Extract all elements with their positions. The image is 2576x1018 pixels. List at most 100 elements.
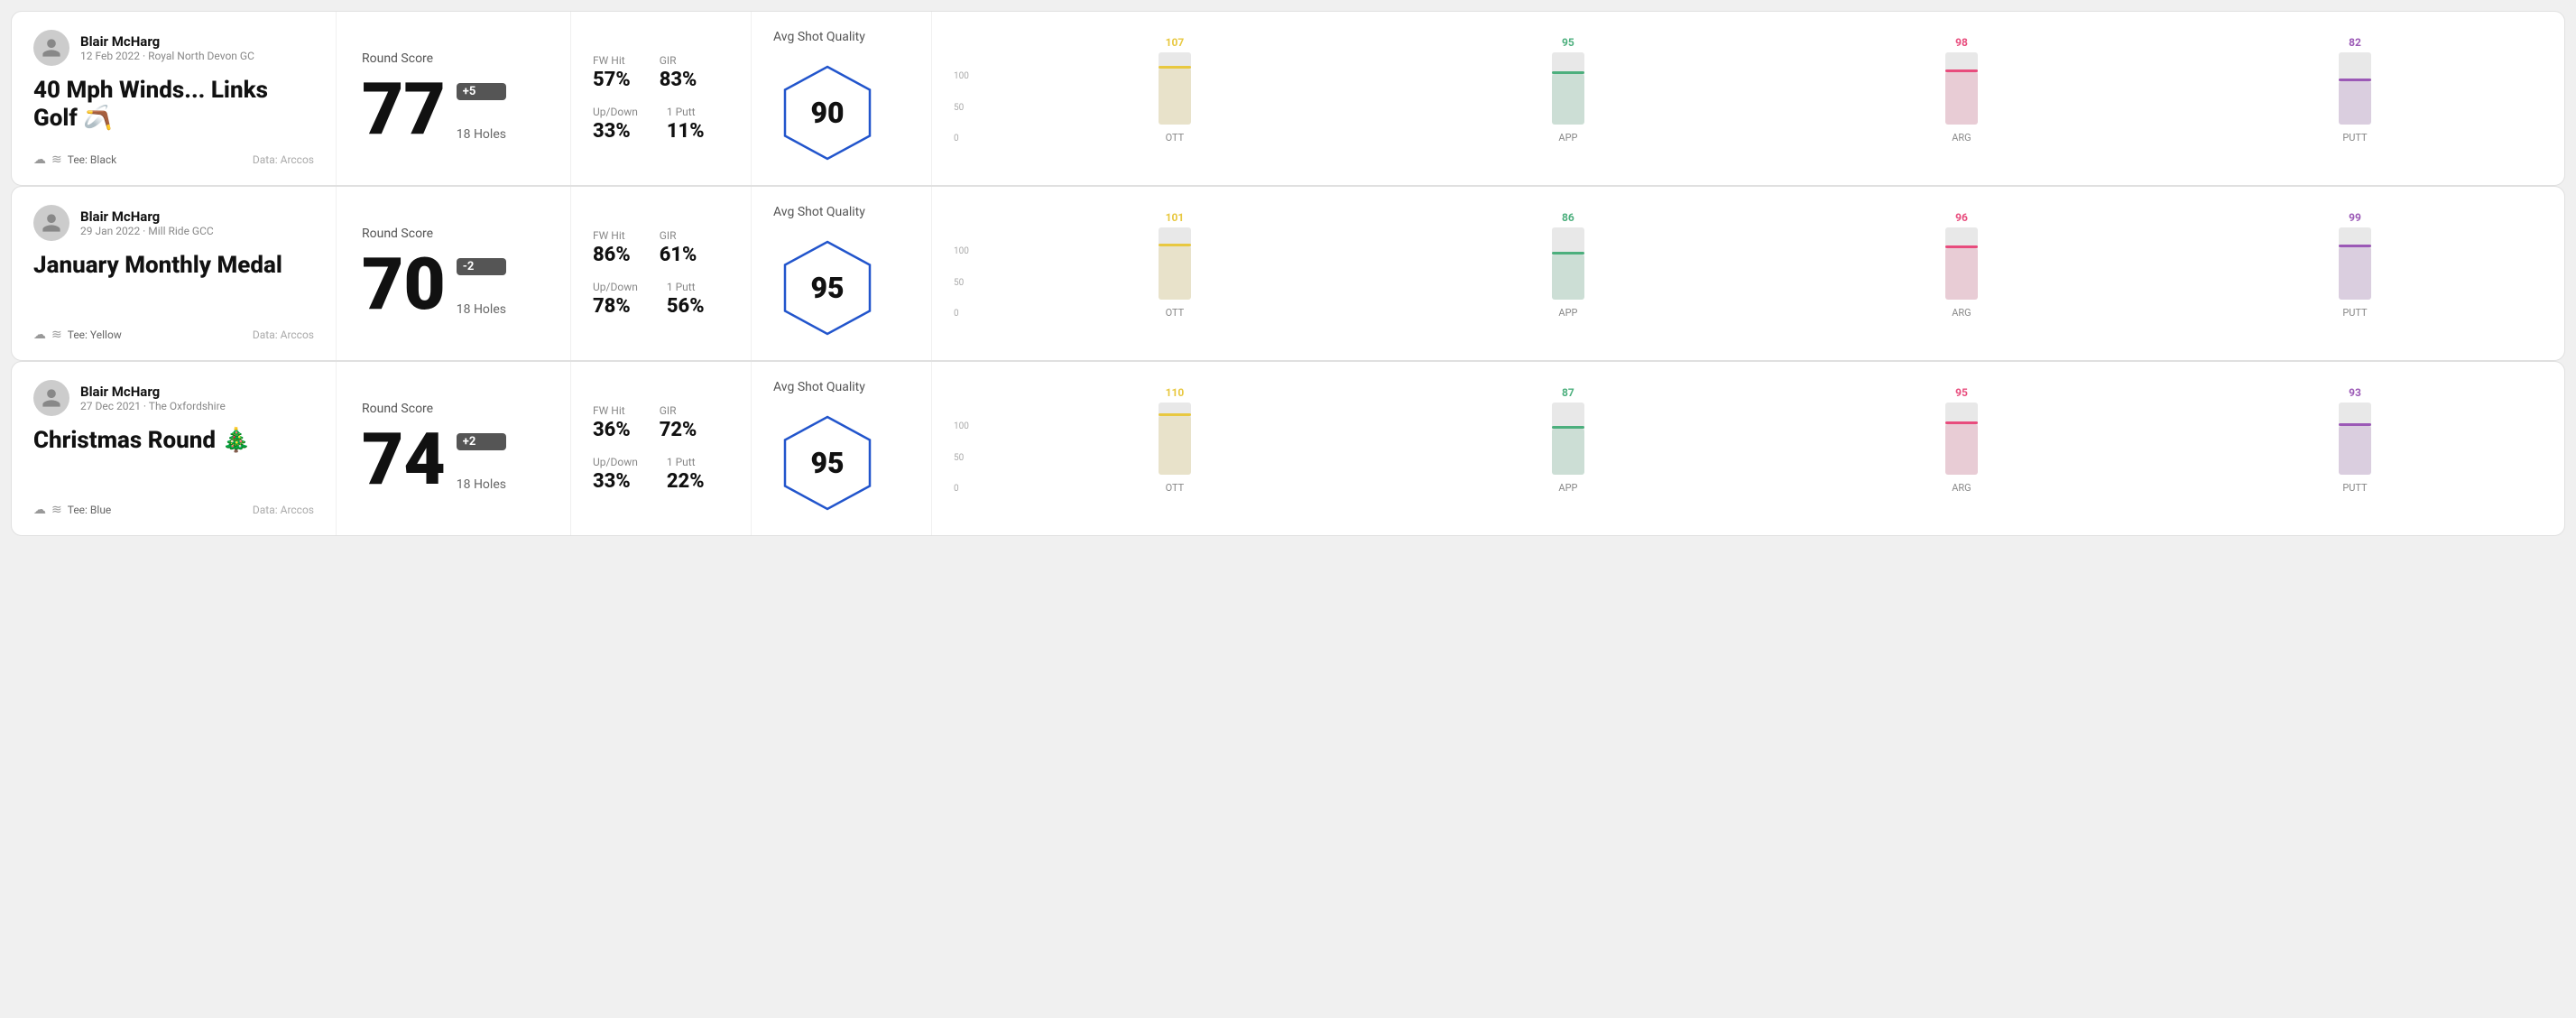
fw-hit-value: 57% <box>593 69 631 91</box>
score-row: 70 -2 18 Holes <box>362 248 545 320</box>
stat-fw-hit: FW Hit 86% <box>593 229 631 266</box>
fw-hit-value: 86% <box>593 244 631 266</box>
cloud-icon: ☁ <box>33 153 46 167</box>
card-chart-1: 100500 107 OTT 95 APP <box>932 12 2564 185</box>
score-holes: 18 Holes <box>457 477 506 492</box>
score-holes: 18 Holes <box>457 302 506 317</box>
fw-hit-value: 36% <box>593 419 631 441</box>
card-score-2: Round Score 70 -2 18 Holes <box>337 187 571 360</box>
bar-wrapper <box>1945 403 1978 475</box>
round-card-3: Blair McHarg 27 Dec 2021 · The Oxfordshi… <box>11 361 2565 536</box>
hexagon-container: 95 <box>773 234 882 342</box>
player-info: Blair McHarg 29 Jan 2022 · Mill Ride GCC <box>80 208 214 237</box>
chart-y-axis: 100 50 0 <box>954 71 969 143</box>
data-source: Data: Arccos <box>253 504 314 516</box>
stat-group-top: FW Hit 86% GIR 61% <box>593 229 729 266</box>
data-source: Data: Arccos <box>253 153 314 166</box>
quality-label: Avg Shot Quality <box>773 30 865 44</box>
player-name: Blair McHarg <box>80 208 214 225</box>
bar-wrapper <box>1159 227 1191 300</box>
oneputt-label: 1 Putt <box>667 106 705 118</box>
person-icon <box>41 387 62 409</box>
tee-info: ☁ ≋ Tee: Blue <box>33 503 111 517</box>
chart-inner: 100500 101 OTT 86 APP <box>954 228 2543 319</box>
chart-bars: 110 OTT 87 APP 95 <box>987 386 2543 494</box>
chart-y-axis: 100 50 0 <box>954 421 969 494</box>
y-label: 0 <box>954 134 969 143</box>
player-meta: 29 Jan 2022 · Mill Ride GCC <box>80 225 214 237</box>
score-label: Round Score <box>362 402 545 416</box>
chart-bar-arg: 96 ARG <box>1774 211 2149 319</box>
score-number: 74 <box>362 423 446 495</box>
quality-score: 90 <box>810 96 844 130</box>
score-label: Round Score <box>362 51 545 66</box>
bar-wrapper <box>2339 227 2371 300</box>
player-meta: 27 Dec 2021 · The Oxfordshire <box>80 400 226 412</box>
round-card-2: Blair McHarg 29 Jan 2022 · Mill Ride GCC… <box>11 186 2565 361</box>
card-left-3: Blair McHarg 27 Dec 2021 · The Oxfordshi… <box>12 362 337 535</box>
stat-updown: Up/Down 33% <box>593 456 638 493</box>
oneputt-value: 22% <box>667 470 705 493</box>
score-row: 77 +5 18 Holes <box>362 73 545 145</box>
chart-bar-ott: 107 OTT <box>987 36 1362 143</box>
quality-label: Avg Shot Quality <box>773 205 865 219</box>
player-header: Blair McHarg 29 Jan 2022 · Mill Ride GCC <box>33 205 314 241</box>
stat-gir: GIR 83% <box>660 54 697 91</box>
y-label: 50 <box>954 278 969 288</box>
wind-icon: ≋ <box>51 503 62 517</box>
round-title: 40 Mph Winds... Links Golf 🪃 <box>33 77 314 133</box>
round-card-1: Blair McHarg 12 Feb 2022 · Royal North D… <box>11 11 2565 186</box>
bar-wrapper <box>1159 403 1191 475</box>
wind-icon: ≋ <box>51 328 62 342</box>
card-quality-3: Avg Shot Quality 95 <box>752 362 932 535</box>
y-label: 100 <box>954 71 969 81</box>
stat-group-bottom: Up/Down 33% 1 Putt 22% <box>593 456 729 493</box>
score-meta: +2 18 Holes <box>457 433 506 495</box>
player-info: Blair McHarg 12 Feb 2022 · Royal North D… <box>80 33 254 62</box>
y-label: 50 <box>954 103 969 113</box>
stat-group-bottom: Up/Down 33% 1 Putt 11% <box>593 106 729 143</box>
data-source: Data: Arccos <box>253 329 314 341</box>
cloud-icon: ☁ <box>33 503 46 517</box>
gir-label: GIR <box>660 54 697 67</box>
card-footer: ☁ ≋ Tee: Yellow Data: Arccos <box>33 328 314 342</box>
avatar <box>33 205 69 241</box>
chart-bar-arg: 95 ARG <box>1774 386 2149 494</box>
player-name: Blair McHarg <box>80 33 254 50</box>
chart-bar-putt: 82 PUTT <box>2167 36 2543 143</box>
bar-wrapper <box>1945 227 1978 300</box>
chart-bar-putt: 99 PUTT <box>2167 211 2543 319</box>
y-label: 0 <box>954 309 969 319</box>
chart-bar-arg: 98 ARG <box>1774 36 2149 143</box>
score-meta: -2 18 Holes <box>457 258 506 320</box>
quality-score: 95 <box>810 271 844 305</box>
chart-y-axis: 100 50 0 <box>954 246 969 319</box>
gir-value: 83% <box>660 69 697 91</box>
y-label: 0 <box>954 484 969 494</box>
card-stats-1: FW Hit 57% GIR 83% Up/Down 33% 1 Putt 11… <box>571 12 752 185</box>
card-stats-2: FW Hit 86% GIR 61% Up/Down 78% 1 Putt 56… <box>571 187 752 360</box>
stat-oneputt: 1 Putt 56% <box>667 281 705 318</box>
card-left-2: Blair McHarg 29 Jan 2022 · Mill Ride GCC… <box>12 187 337 360</box>
y-label: 50 <box>954 453 969 463</box>
card-footer: ☁ ≋ Tee: Blue Data: Arccos <box>33 503 314 517</box>
y-label: 100 <box>954 421 969 431</box>
chart-bars: 107 OTT 95 APP 98 <box>987 36 2543 143</box>
card-quality-1: Avg Shot Quality 90 <box>752 12 932 185</box>
score-number: 77 <box>362 73 446 145</box>
score-meta: +5 18 Holes <box>457 83 506 145</box>
chart-bar-putt: 93 PUTT <box>2167 386 2543 494</box>
round-title: January Monthly Medal <box>33 252 314 280</box>
score-badge: +2 <box>457 433 506 450</box>
chart-bars: 101 OTT 86 APP 96 <box>987 211 2543 319</box>
chart-bar-ott: 101 OTT <box>987 211 1362 319</box>
tee-info: ☁ ≋ Tee: Yellow <box>33 328 122 342</box>
updown-label: Up/Down <box>593 281 638 293</box>
card-left-1: Blair McHarg 12 Feb 2022 · Royal North D… <box>12 12 337 185</box>
oneputt-value: 11% <box>667 120 705 143</box>
updown-label: Up/Down <box>593 106 638 118</box>
stat-group-top: FW Hit 36% GIR 72% <box>593 404 729 441</box>
y-label: 100 <box>954 246 969 256</box>
bar-wrapper <box>1552 403 1584 475</box>
quality-label: Avg Shot Quality <box>773 380 865 394</box>
